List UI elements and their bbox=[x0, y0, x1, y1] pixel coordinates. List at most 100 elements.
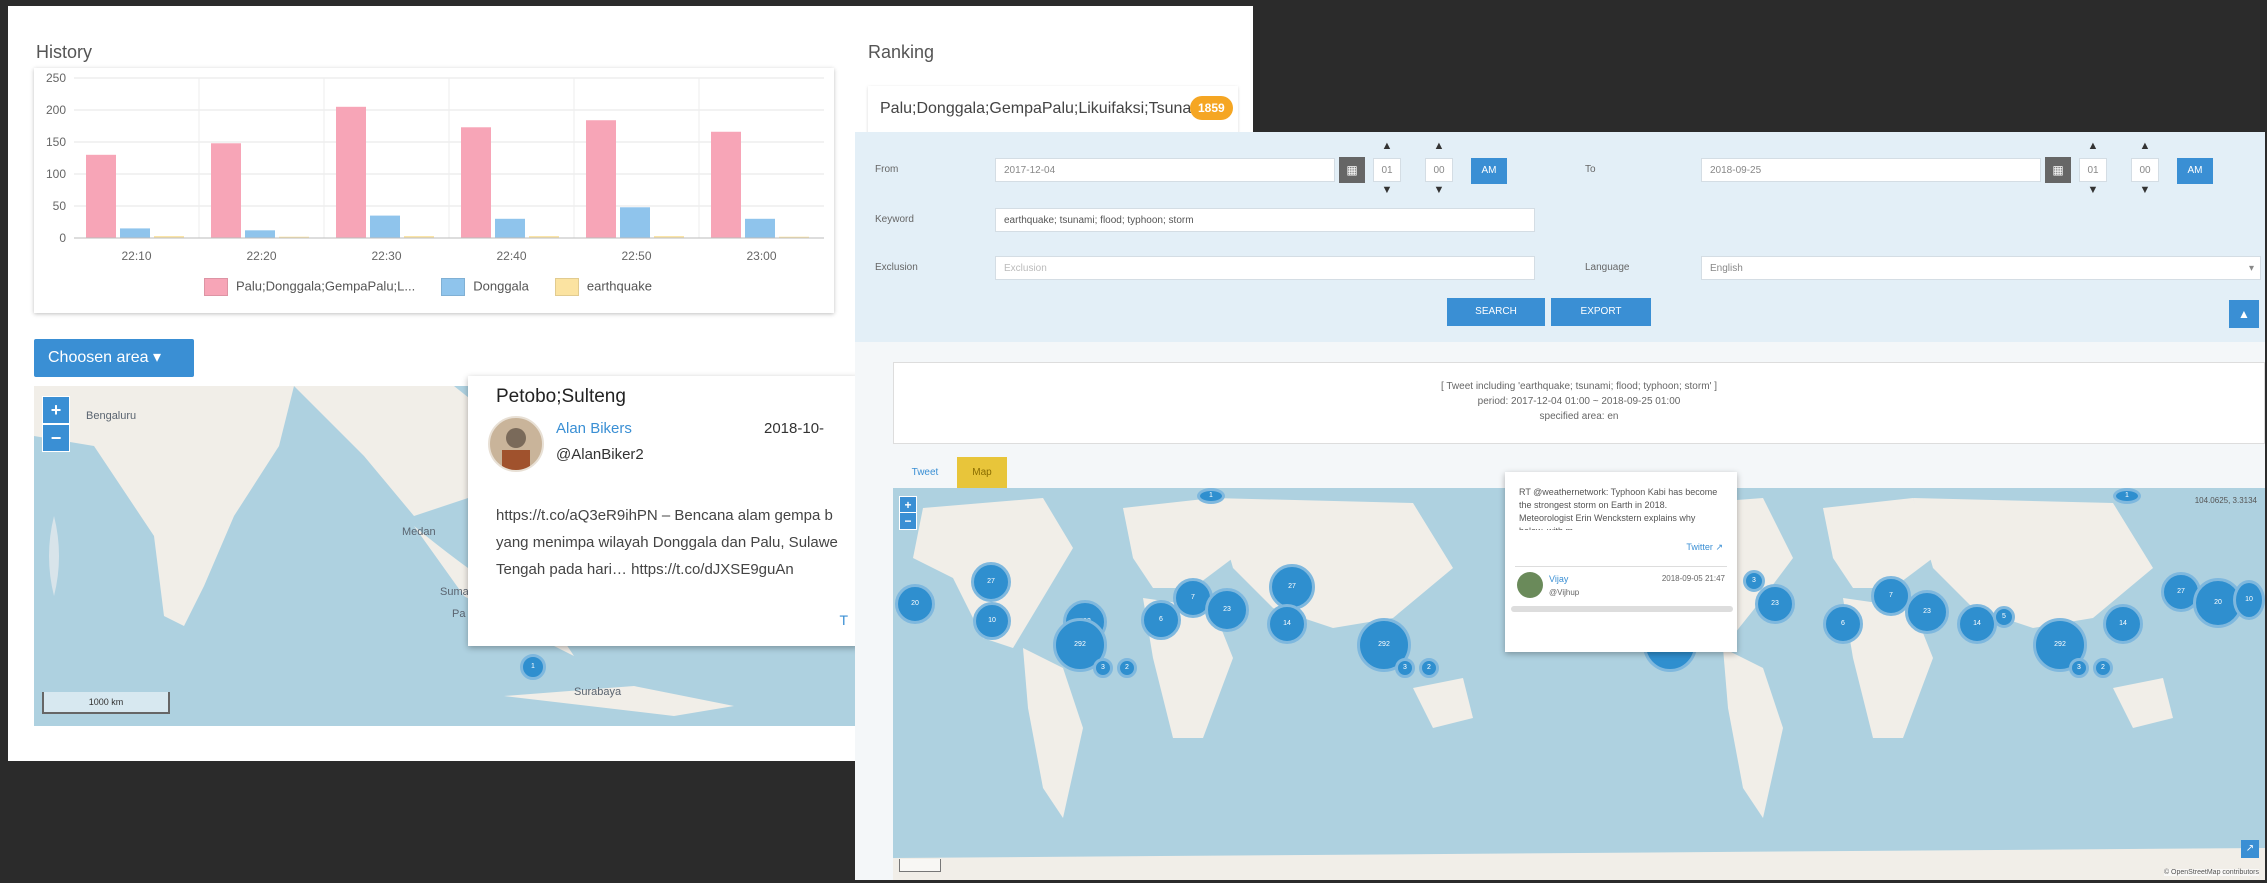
legend-item-palu[interactable]: Palu;Donggala;GempaPalu;L... bbox=[204, 278, 415, 296]
bar-1 bbox=[620, 207, 650, 238]
map-cluster-marker[interactable]: 20 bbox=[895, 584, 935, 624]
map-cluster-marker[interactable]: 27 bbox=[971, 562, 1011, 602]
map-tweet-popup: RT @weathernetwork: Typhoon Kabi has bec… bbox=[1505, 472, 1737, 652]
history-chart: 0 50 100 150 200 250 22:10 22:20 22:30 22:40 22:50… bbox=[34, 68, 834, 313]
map-cluster-marker[interactable]: 10 bbox=[973, 602, 1011, 640]
map-cluster-marker[interactable]: 10 bbox=[2233, 580, 2265, 620]
to-label: To bbox=[1585, 164, 1596, 175]
bar-0 bbox=[86, 154, 116, 238]
minute-up-icon[interactable]: ▲ bbox=[2131, 140, 2159, 152]
calendar-icon[interactable]: ▦ bbox=[2045, 157, 2071, 183]
bar-1 bbox=[245, 230, 275, 238]
fullscreen-icon[interactable]: ↗ bbox=[2241, 840, 2259, 858]
history-chart-svg: 0 50 100 150 200 250 22:10 22:20 22:30 22:40 22:50… bbox=[46, 71, 824, 263]
map-cluster-marker[interactable]: 23 bbox=[1755, 584, 1795, 624]
tab-tweet[interactable]: Tweet bbox=[893, 457, 957, 489]
map-cluster-marker[interactable]: 14 bbox=[1957, 604, 1997, 644]
map-scale-bar bbox=[899, 859, 941, 872]
ranking-item[interactable]: Palu;Donggala;GempaPalu;Likuifaksi;Tsuna… bbox=[868, 86, 1238, 134]
from-minute-input[interactable]: 00 bbox=[1425, 158, 1453, 182]
to-ampm-toggle[interactable]: AM bbox=[2177, 158, 2213, 184]
minute-down-icon[interactable]: ▼ bbox=[1425, 184, 1453, 196]
keyword-input[interactable]: earthquake; tsunami; flood; typhoon; sto… bbox=[995, 208, 1535, 232]
ranking-count-badge: 1859 bbox=[1190, 96, 1233, 120]
language-select[interactable]: English ▾ bbox=[1701, 256, 2261, 280]
popup-twitter-link[interactable]: Twitter ↗ bbox=[1686, 542, 1723, 553]
map-cluster-marker[interactable]: 23 bbox=[1205, 588, 1249, 632]
tweet-link[interactable]: T bbox=[839, 612, 848, 628]
minute-up-icon[interactable]: ▲ bbox=[1425, 140, 1453, 152]
avatar[interactable] bbox=[1517, 572, 1543, 598]
bar-0 bbox=[711, 131, 741, 238]
map-cluster-marker[interactable]: 23 bbox=[1905, 590, 1949, 634]
map-cluster-marker[interactable]: 2 bbox=[1419, 658, 1439, 678]
map-zoom-out-button[interactable]: − bbox=[42, 424, 70, 452]
from-hour-input[interactable]: 01 bbox=[1373, 158, 1401, 182]
map-cluster-marker[interactable]: 14 bbox=[2103, 604, 2143, 644]
avatar[interactable] bbox=[488, 416, 544, 472]
map-attribution[interactable]: © OpenStreetMap contributors bbox=[2163, 869, 2259, 876]
map-cluster-marker[interactable]: 3 bbox=[1395, 658, 1415, 678]
hour-down-icon[interactable]: ▼ bbox=[2079, 184, 2107, 196]
popup-scrollbar[interactable] bbox=[1511, 606, 1733, 612]
map-cluster-marker[interactable]: 1 bbox=[1197, 488, 1225, 504]
tweet-popup: Petobo;Sulteng Alan Bikers @AlanBiker2 2… bbox=[468, 376, 858, 646]
bar-1 bbox=[120, 228, 150, 238]
to-hour-input[interactable]: 01 bbox=[2079, 158, 2107, 182]
minute-down-icon[interactable]: ▼ bbox=[2131, 184, 2159, 196]
from-date-input[interactable]: 2017-12-04 bbox=[995, 158, 1335, 182]
map-zoom-in-button[interactable]: + bbox=[42, 396, 70, 424]
search-button[interactable]: SEARCH bbox=[1447, 298, 1545, 326]
x-tick-label: 22:50 bbox=[621, 249, 651, 263]
search-form: From 2017-12-04 ▦ ▲ 01 ▼ ▲ 00 ▼ AM To 20… bbox=[855, 132, 2265, 342]
hour-down-icon[interactable]: ▼ bbox=[1373, 184, 1401, 196]
popup-author-name[interactable]: Vijay bbox=[1549, 574, 1568, 584]
hour-up-icon[interactable]: ▲ bbox=[1373, 140, 1401, 152]
map-cluster-marker[interactable]: 5 bbox=[1993, 606, 2015, 628]
language-label: Language bbox=[1585, 262, 1630, 273]
chevron-down-icon: ▾ bbox=[2248, 263, 2254, 274]
chart-legend: Palu;Donggala;GempaPalu;L... Donggala ea… bbox=[204, 278, 652, 296]
choosen-area-dropdown[interactable]: Choosen area ▾ bbox=[34, 339, 194, 377]
legend-item-donggala[interactable]: Donggala bbox=[441, 278, 529, 296]
map-cluster-marker[interactable]: 3 bbox=[2069, 658, 2089, 678]
tweet-author-name[interactable]: Alan Bikers bbox=[556, 420, 632, 437]
export-button[interactable]: EXPORT bbox=[1551, 298, 1651, 326]
summary-query: [ Tweet including 'earthquake; tsunami; … bbox=[1440, 381, 1717, 392]
bar-1 bbox=[745, 218, 775, 238]
tab-map[interactable]: Map bbox=[957, 457, 1007, 489]
ranking-title: Ranking bbox=[868, 42, 935, 62]
exclusion-input[interactable]: Exclusion bbox=[995, 256, 1535, 280]
map-cluster-marker[interactable]: 6 bbox=[1823, 604, 1863, 644]
tweet-location: Petobo;Sulteng bbox=[496, 386, 626, 407]
map-cluster-marker[interactable]: 2 bbox=[2093, 658, 2113, 678]
to-minute-input[interactable]: 00 bbox=[2131, 158, 2159, 182]
from-ampm-toggle[interactable]: AM bbox=[1471, 158, 1507, 184]
external-link-icon: ↗ bbox=[1715, 542, 1723, 552]
bar-1 bbox=[370, 215, 400, 238]
map-zoom-out-button[interactable]: − bbox=[899, 512, 917, 530]
search-summary: [ Tweet including 'earthquake; tsunami; … bbox=[893, 362, 2265, 444]
map-cluster-marker[interactable]: 1 bbox=[2113, 488, 2141, 504]
from-label: From bbox=[875, 164, 899, 175]
y-tick-label: 0 bbox=[59, 231, 66, 245]
x-tick-label: 22:40 bbox=[496, 249, 526, 263]
bar-1 bbox=[495, 218, 525, 238]
legend-item-earthquake[interactable]: earthquake bbox=[554, 278, 652, 296]
map-label: Bengaluru bbox=[86, 410, 137, 422]
hour-up-icon[interactable]: ▲ bbox=[2079, 140, 2107, 152]
map-cluster-marker[interactable]: 3 bbox=[1093, 658, 1113, 678]
map-cluster-marker[interactable]: 3 bbox=[1743, 570, 1765, 592]
map-marker[interactable]: 1 bbox=[520, 654, 546, 680]
map-cluster-marker[interactable]: 27 bbox=[1269, 564, 1315, 610]
calendar-icon[interactable]: ▦ bbox=[1339, 157, 1365, 183]
map-cluster-marker[interactable]: 14 bbox=[1267, 604, 1307, 644]
map-cluster-marker[interactable]: 2 bbox=[1117, 658, 1137, 678]
map-coordinates: 104.0625, 3.3134 bbox=[2194, 496, 2257, 505]
history-title: History bbox=[36, 42, 93, 62]
x-tick-label: 22:10 bbox=[121, 249, 151, 263]
bar-0 bbox=[461, 127, 491, 238]
to-date-input[interactable]: 2018-09-25 bbox=[1701, 158, 2041, 182]
summary-area: specified area: en bbox=[1539, 411, 1619, 422]
collapse-up-icon[interactable]: ▲ bbox=[2229, 300, 2259, 328]
